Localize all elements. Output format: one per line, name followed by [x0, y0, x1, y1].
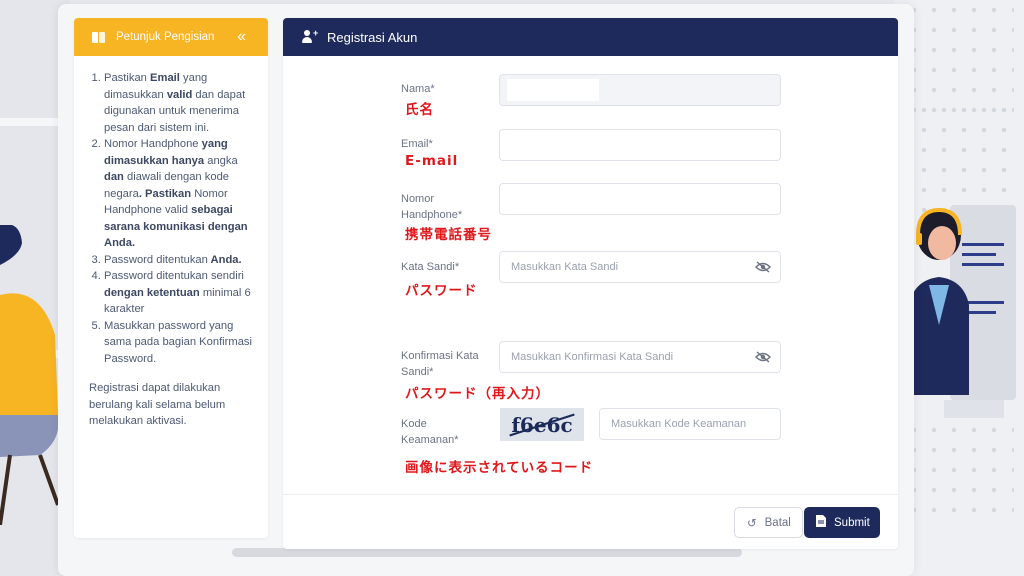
instruction-item: Password ditentukan Anda.: [104, 252, 254, 269]
instruction-panel-title: Petunjuk Pengisian: [116, 31, 215, 43]
submit-button[interactable]: Submit: [804, 507, 880, 538]
instruction-panel-header: Petunjuk Pengisian «: [74, 18, 268, 56]
undo-icon: ↺: [747, 517, 757, 530]
registration-card: + Registrasi Akun Nama* 氏名 Email* E-mail…: [283, 18, 898, 549]
captcha-image: f6e6c: [500, 408, 584, 441]
eye-off-icon[interactable]: [755, 261, 771, 273]
instruction-text: dengan ketentuan: [104, 286, 203, 299]
confirm-label-line2: Sandi*: [401, 366, 434, 378]
instruction-list: Pastikan Email yang dimasukkan valid dan…: [89, 70, 254, 367]
monitor-stand: [944, 400, 1004, 418]
instruction-text: Password ditentukan: [104, 253, 208, 266]
password-label: Kata Sandi*: [401, 261, 460, 273]
instruction-item: Pastikan Email yang dimasukkan valid dan…: [104, 70, 254, 136]
phone-label-line1: Nomor: [401, 193, 435, 205]
redacted-value: [507, 79, 599, 101]
nama-input[interactable]: [499, 74, 781, 106]
phone-label-line2: Handphone*: [401, 209, 463, 221]
instruction-text: Masukkan password yang sama pada bagian …: [104, 319, 253, 365]
phone-annotation: 携帯電話番号: [405, 227, 492, 243]
document-icon: [816, 515, 826, 530]
cancel-button[interactable]: ↺ Batal: [734, 507, 803, 538]
instruction-item: Password ditentukan sendiri dengan keten…: [104, 268, 254, 318]
instruction-item: Nomor Handphone yang dimasukkan hanya an…: [104, 136, 254, 252]
confirm-label-line1: Konfirmasi Kata: [401, 350, 479, 362]
dot-pattern: [904, 420, 1014, 520]
user-add-icon: +: [302, 29, 318, 44]
instruction-text: Anda.: [207, 253, 242, 266]
phone-input[interactable]: [499, 183, 781, 215]
code-label-line1: Kode: [401, 418, 427, 430]
instruction-text: Nomor Handphone: [104, 138, 199, 150]
email-input[interactable]: [499, 129, 781, 161]
instruction-text: angka: [207, 154, 238, 167]
nama-annotation: 氏名: [405, 102, 434, 118]
instruction-note: Registrasi dapat dilakukan berulang kali…: [89, 382, 226, 427]
code-annotation: 画像に表示されているコード: [405, 460, 594, 476]
security-code-input[interactable]: Masukkan Kode Keamanan: [599, 408, 781, 440]
person-illustration: [0, 225, 60, 525]
email-label: Email*: [401, 138, 433, 150]
nama-label: Nama*: [401, 83, 435, 95]
submit-label: Submit: [834, 516, 870, 529]
confirm-password-input[interactable]: Masukkan Konfirmasi Kata Sandi: [499, 341, 781, 373]
confirm-password-placeholder: Masukkan Konfirmasi Kata Sandi: [511, 351, 674, 363]
security-code-placeholder: Masukkan Kode Keamanan: [611, 418, 747, 430]
book-icon: [92, 31, 106, 43]
password-input[interactable]: Masukkan Kata Sandi: [499, 251, 781, 283]
instruction-list-container: Pastikan Email yang dimasukkan valid dan…: [74, 56, 268, 430]
card-footer-divider: [283, 494, 898, 495]
password-placeholder: Masukkan Kata Sandi: [511, 261, 619, 273]
instruction-text: Pastikan: [104, 72, 151, 84]
dot-pattern: [914, 100, 1014, 220]
registration-card-header: + Registrasi Akun: [283, 18, 898, 56]
instruction-text: dan: [104, 171, 127, 183]
eye-off-icon[interactable]: [755, 351, 771, 363]
code-label-line2: Keamanan*: [401, 434, 459, 446]
instruction-text: Password ditentukan sendiri: [104, 270, 244, 282]
instruction-panel: Petunjuk Pengisian « Pastikan Email yang…: [74, 18, 268, 538]
confirm-annotation: パスワード（再入力）: [405, 386, 550, 402]
instruction-text: . Pastikan: [138, 187, 195, 200]
email-annotation: E-mail: [405, 153, 459, 169]
horizontal-scrollbar[interactable]: [232, 548, 742, 557]
support-agent-illustration: [909, 207, 969, 395]
cancel-label: Batal: [764, 516, 791, 529]
chevrons-left-icon[interactable]: «: [237, 28, 246, 46]
password-annotation: パスワード: [405, 283, 478, 299]
instruction-text: valid: [166, 88, 193, 101]
registration-title: Registrasi Akun: [327, 29, 418, 45]
instruction-item: Masukkan password yang sama pada bagian …: [104, 318, 254, 368]
instruction-text: Email: [150, 72, 180, 84]
